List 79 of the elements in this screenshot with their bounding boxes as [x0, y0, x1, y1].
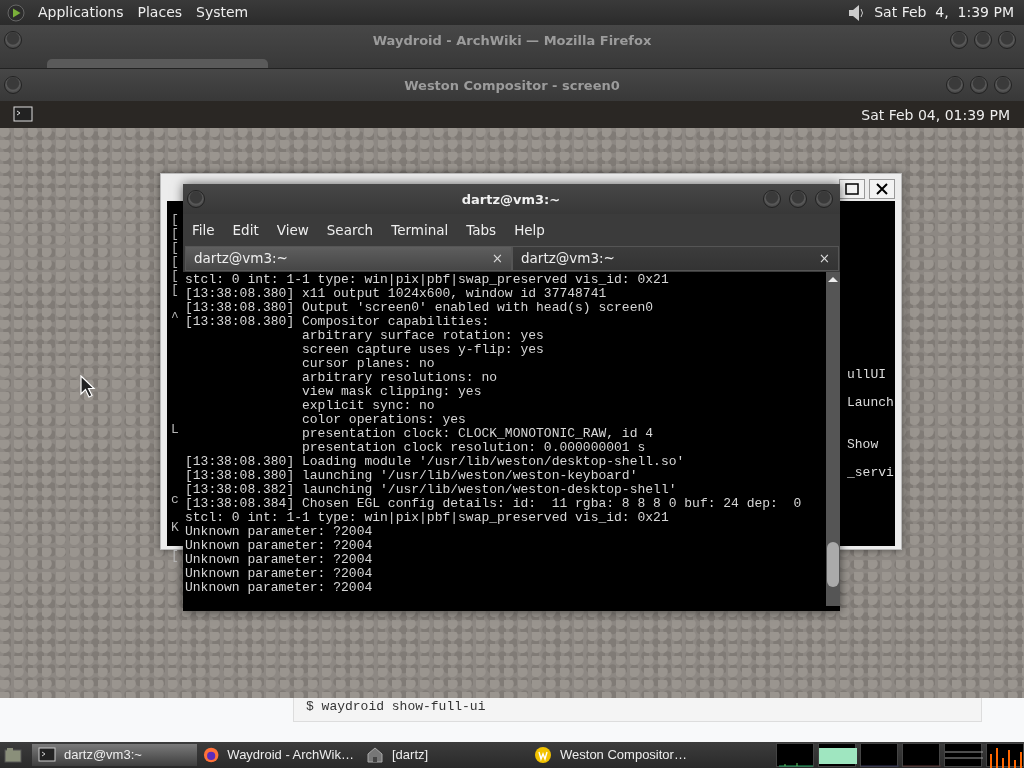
system-monitor-graph — [902, 743, 940, 767]
terminal-tab[interactable]: dartz@vm3:~ × — [512, 246, 839, 271]
mouse-pointer-icon — [80, 375, 96, 399]
window-title: Waydroid - ArchWiki — Mozilla Firefox — [371, 32, 653, 50]
minimize-button[interactable] — [950, 31, 968, 49]
home-folder-icon — [366, 746, 384, 764]
terminal-line: stcl: 0 int: 1-1 type: win|pix|pbf|swap_preserved vis_id: 0x21 — [185, 511, 670, 525]
taskbar-button[interactable]: Waydroid - ArchWik… — [197, 744, 360, 766]
close-button[interactable] — [869, 179, 895, 199]
terminal-text: [ — [171, 227, 179, 241]
window-title: Weston Compositor - screen0 — [403, 77, 621, 95]
taskbar-button[interactable]: [dartz] — [360, 744, 440, 766]
system-monitor-graph — [818, 743, 856, 767]
terminal-line: arbitrary resolutions: no — [301, 371, 499, 385]
terminal-icon — [38, 746, 56, 764]
terminal-line: Unknown parameter: ?2004 — [185, 553, 374, 567]
panel-menu[interactable]: Places — [130, 2, 190, 23]
window-menu-button[interactable] — [187, 190, 205, 208]
terminal-line: screen capture uses y-flip: yes — [301, 343, 545, 357]
panel-logo-icon[interactable] — [7, 3, 25, 22]
terminal-line: presentation clock: CLOCK_MONOTONIC_RAW, id 4 — [301, 427, 655, 441]
terminal-text: _servi — [847, 466, 894, 480]
terminal-text: L — [171, 423, 179, 437]
terminal-line: cursor planes: no — [301, 357, 436, 371]
scrollbar[interactable] — [826, 272, 840, 606]
terminal-line: [13:38:08.380] Output 'screen0' enabled with head(s) screen0 — [185, 301, 655, 315]
terminal-text: [ — [171, 269, 179, 283]
panel-clock[interactable]: Sat Feb 4, 1:39 PM — [874, 2, 1014, 23]
terminal-line: [13:38:08.384] Chosen EGL config details: id: 11 rgba: 8 8 8 0 buf: 24 dep: 0 — [185, 497, 803, 511]
maximize-button[interactable] — [839, 179, 865, 199]
panel-clock: Sat Feb 04, 01:39 PM — [860, 106, 1010, 125]
terminal-line: arbitrary surface rotation: yes — [301, 329, 545, 343]
terminal-text: K — [171, 521, 179, 535]
system-monitor-graph — [986, 743, 1024, 767]
panel-menu[interactable]: Applications — [31, 2, 131, 23]
panel-menu[interactable]: System — [189, 2, 256, 23]
tab-close-button[interactable]: × — [818, 248, 830, 269]
terminal-line: stcl: 0 int: 1-1 type: win|pix|pbf|swap_preserved vis_id: 0x21 — [185, 273, 670, 287]
system-monitor-graph — [944, 743, 982, 767]
taskbar-button[interactable]: Weston Compositor… — [528, 744, 693, 766]
terminal-text: ullUI — [847, 368, 886, 382]
browser-icon — [203, 746, 220, 764]
scroll-up-icon[interactable] — [828, 276, 838, 282]
tab-close-button[interactable]: × — [491, 248, 503, 269]
terminal-line: view mask clipping: yes — [301, 385, 483, 399]
terminal-line: [13:38:08.380] launching '/usr/lib/weston/weston-keyboard' — [185, 469, 639, 483]
terminal-line: Unknown parameter: ?2004 — [185, 525, 374, 539]
terminal-line: Unknown parameter: ?2004 — [185, 539, 374, 553]
show-desktop-icon[interactable] — [4, 747, 22, 763]
minimize-button[interactable] — [763, 190, 781, 208]
terminal-line: Unknown parameter: ?2004 — [185, 567, 374, 581]
terminal-text: [ — [171, 283, 179, 297]
weston-icon — [534, 746, 552, 764]
terminal-text: c — [171, 493, 179, 507]
terminal-text: [ — [171, 549, 179, 563]
terminal-line: presentation clock resolution: 0.000000001 s — [301, 441, 647, 455]
terminal-text: [ — [171, 213, 179, 227]
taskbar-button[interactable]: dartz@vm3:~ — [32, 744, 197, 766]
terminal-text: Launch — [847, 396, 894, 410]
terminal-line: [13:38:08.380] x11 output 1024x600, window id 37748741 — [185, 287, 608, 301]
terminal-text: [ — [171, 255, 179, 269]
terminal-line: Unknown parameter: ?2004 — [185, 581, 374, 595]
system-monitor-graph — [860, 743, 898, 767]
terminal-line: explicit sync: no — [301, 399, 436, 413]
minimize-button[interactable] — [946, 76, 964, 94]
terminal-line: [13:38:08.382] launching '/usr/lib/weston/weston-desktop-shell' — [185, 483, 678, 497]
terminal-line: [13:38:08.380] Loading module '/usr/lib/weston/desktop-shell.so' — [185, 455, 686, 469]
scrollbar-thumb[interactable] — [827, 542, 839, 587]
terminal-tab[interactable]: dartz@vm3:~ × — [185, 246, 512, 271]
terminal-line: [13:38:08.380] Compositor capabilities: — [185, 315, 491, 329]
window-menu-button[interactable] — [4, 76, 22, 94]
terminal-text: Show — [847, 438, 879, 452]
terminal-line: color operations: yes — [301, 413, 467, 427]
window-title: dartz@vm3:~ — [460, 191, 562, 209]
terminal-icon[interactable] — [13, 106, 33, 122]
system-monitor-graph — [776, 743, 814, 767]
window-menu-button[interactable] — [4, 31, 22, 49]
terminal-text: ^ — [171, 311, 179, 325]
terminal-text: [ — [171, 241, 179, 255]
